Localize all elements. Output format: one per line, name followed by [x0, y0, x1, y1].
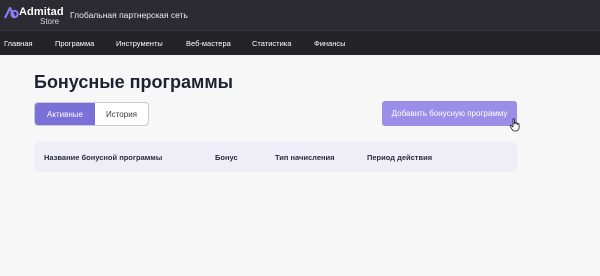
column-header-period[interactable]: Период действия [367, 153, 432, 162]
page-title: Бонусные программы [34, 72, 234, 92]
brand-sub: Store [40, 17, 60, 26]
column-header-accrual-type[interactable]: Тип начисления [275, 153, 335, 162]
nav-item-program[interactable]: Программа [55, 39, 94, 48]
column-header-bonus[interactable]: Бонус [215, 153, 238, 162]
tab-history[interactable]: История [95, 103, 148, 125]
main-nav: Главная Программа Инструменты Веб-мастер… [0, 30, 600, 55]
nav-item-finance[interactable]: Финансы [314, 39, 346, 48]
nav-item-tools[interactable]: Инструменты [116, 39, 163, 48]
table-header: Название бонусной программы Бонус Тип на… [34, 142, 517, 172]
admitad-logo-icon [4, 7, 19, 19]
brand-tagline: Глобальная партнерская сеть [70, 10, 188, 20]
nav-item-home[interactable]: Главная [4, 39, 33, 48]
add-bonus-program-button[interactable]: Добавить бонусную программу [382, 101, 517, 126]
admitad-logo[interactable]: Admitad Store [4, 4, 64, 28]
nav-item-statistics[interactable]: Статистика [252, 39, 291, 48]
tab-active[interactable]: Активные [35, 103, 95, 125]
nav-item-webmasters[interactable]: Веб-мастера [186, 39, 231, 48]
top-bar: Admitad Store Глобальная партнерская сет… [0, 0, 600, 30]
column-header-name[interactable]: Название бонусной программы [44, 153, 162, 162]
status-tabs: Активные История [34, 102, 149, 126]
hand-pointer-icon [509, 118, 520, 132]
